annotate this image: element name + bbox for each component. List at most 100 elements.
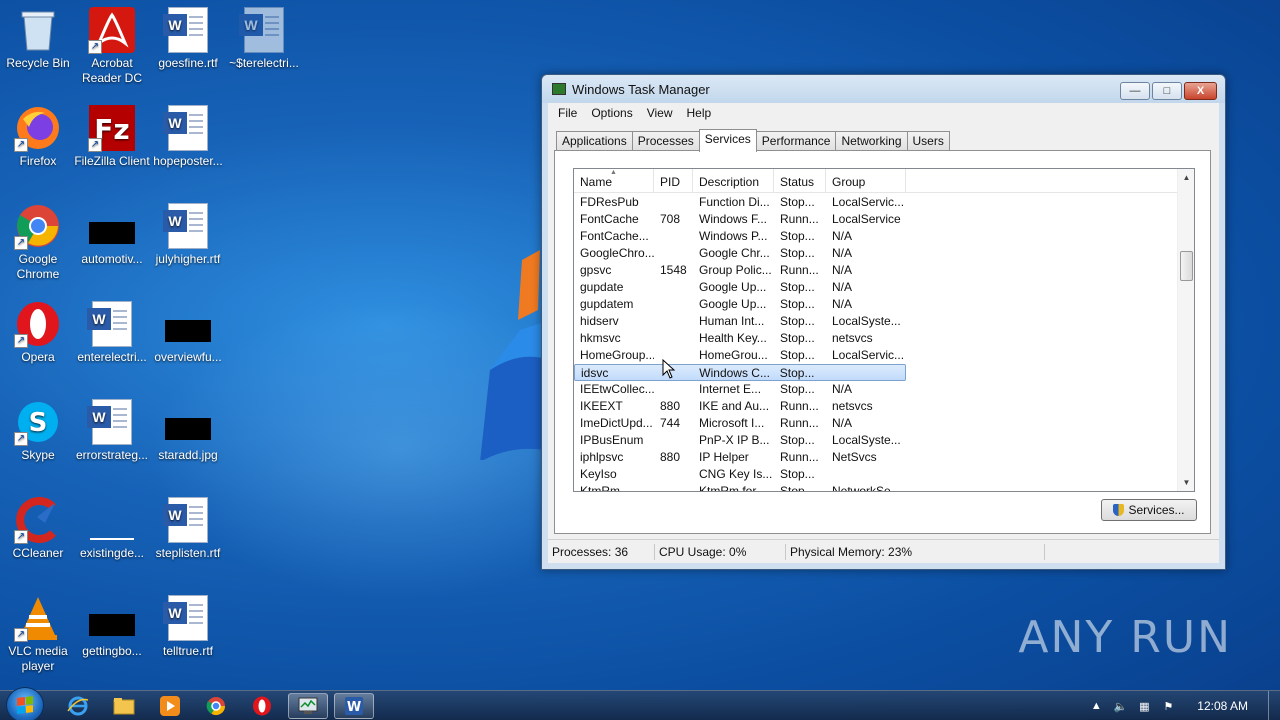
menu-view[interactable]: View <box>640 106 680 120</box>
table-row[interactable]: gpsvc 1548 Group Polic... Runn... N/A <box>574 262 1180 279</box>
task-manager-icon <box>298 697 318 714</box>
taskbar-opera[interactable] <box>242 693 282 719</box>
tab-users[interactable]: Users <box>906 131 950 151</box>
table-row[interactable]: IPBusEnum PnP-X IP B... Stop... LocalSyste.… <box>574 432 1180 449</box>
table-row[interactable]: FontCache 708 Windows F... Runn... LocalServ… <box>574 211 1180 228</box>
close-button[interactable]: X <box>1184 82 1217 100</box>
services-list[interactable]: ▲ Name PID Description Status Group FDRe… <box>573 168 1195 492</box>
taskbar-internet-explorer[interactable] <box>58 693 98 719</box>
cell-pid <box>654 466 693 483</box>
svg-text:S: S <box>29 408 48 438</box>
cell-pid <box>654 313 693 330</box>
scroll-up-icon[interactable]: ▲ <box>1178 169 1194 186</box>
tab-networking[interactable]: Networking <box>835 131 908 151</box>
table-row[interactable]: iphlpsvc 880 IP Helper Runn... NetSvcs <box>574 449 1180 466</box>
column-header-status[interactable]: Status <box>774 169 826 193</box>
uac-shield-icon <box>1113 504 1125 516</box>
taskbar-chrome[interactable] <box>196 693 236 719</box>
desktop-icon-filezilla[interactable]: Fz ↗ FileZilla Client <box>74 100 150 192</box>
action-center-flag-icon[interactable]: ⚑ <box>1159 700 1177 713</box>
show-hidden-icons-icon[interactable]: ▲ <box>1087 700 1105 712</box>
table-row[interactable]: hkmsvc Health Key... Stop... netsvcs <box>574 330 1180 347</box>
tab-applications[interactable]: Applications <box>556 131 633 151</box>
desktop-icon-google-chrome[interactable]: ↗ Google Chrome <box>0 198 76 290</box>
table-row[interactable]: FDResPub Function Di... Stop... LocalServic… <box>574 194 1180 211</box>
status-processes: Processes: 36 <box>548 543 655 560</box>
cell-pid <box>654 228 693 245</box>
cell-group: N/A <box>832 416 853 430</box>
cell-group: N/A <box>832 246 853 260</box>
table-row[interactable]: IKEEXT 880 IKE and Au... Runn... netsvcs <box>574 398 1180 415</box>
desktop-icon-steplisten[interactable]: W steplisten.rtf <box>150 492 226 584</box>
desktop-icon-existingde[interactable]: existingde... <box>74 492 150 584</box>
table-row[interactable]: hidserv Human Int... Stop... LocalSyste... <box>574 313 1180 330</box>
desktop-icon-ccleaner[interactable]: ↗ CCleaner <box>0 492 76 584</box>
desktop-icon-acrobat[interactable]: ↗ Acrobat Reader DC <box>74 2 150 94</box>
scroll-down-icon[interactable]: ▼ <box>1178 474 1194 491</box>
tab-processes[interactable]: Processes <box>631 131 700 151</box>
minimize-button[interactable]: — <box>1120 82 1150 100</box>
cell-pid <box>654 194 693 211</box>
desktop-icon-skype[interactable]: S ↗ Skype <box>0 394 76 486</box>
desktop-icon-julyhigher[interactable]: W julyhigher.rtf <box>150 198 226 290</box>
desktop-icon-hopeposter[interactable]: W hopeposter... <box>150 100 226 192</box>
desktop-icon-recycle-bin[interactable]: Recycle Bin <box>0 2 76 94</box>
desktop-icon-staradd[interactable]: staradd.jpg <box>150 394 226 486</box>
taskbar-task-manager[interactable] <box>288 693 328 719</box>
desktop-icon-goesfine[interactable]: W goesfine.rtf <box>150 2 226 94</box>
cell-status: Stop... <box>780 348 815 362</box>
menu-options[interactable]: Options <box>584 106 639 120</box>
services-button[interactable]: Services... <box>1101 499 1197 521</box>
cell-name: IEEtwCollec... <box>580 382 654 396</box>
opera-icon <box>253 696 271 716</box>
taskbar-word[interactable]: W <box>334 693 374 719</box>
table-row[interactable]: KeyIso CNG Key Is... Stop... <box>574 466 1180 483</box>
table-row[interactable]: GoogleChro... Google Chr... Stop... N/A <box>574 245 1180 262</box>
desktop-icon-temp-word-file[interactable]: W ~$terelectri... <box>226 2 302 94</box>
desktop-icon-enterelectri[interactable]: W enterelectri... <box>74 296 150 388</box>
scrollbar-thumb[interactable] <box>1180 251 1193 281</box>
table-row[interactable]: gupdate Google Up... Stop... N/A <box>574 279 1180 296</box>
taskbar-media-player[interactable] <box>150 693 190 719</box>
task-manager-window[interactable]: Windows Task Manager — □ X File Options … <box>541 74 1226 570</box>
desktop-icon-errorstrateg[interactable]: W errorstrateg... <box>74 394 150 486</box>
column-header-group[interactable]: Group <box>826 169 906 193</box>
network-icon[interactable]: ▦ <box>1135 700 1153 713</box>
table-row[interactable]: KtmRm KtmRm for... Stop... NetworkSe... <box>574 483 1180 491</box>
menu-help[interactable]: Help <box>680 106 719 120</box>
table-row[interactable]: ImeDictUpd... 744 Microsoft I... Runn... N/A <box>574 415 1180 432</box>
volume-icon[interactable]: 🔈 <box>1111 700 1129 713</box>
internet-explorer-icon <box>67 696 89 716</box>
column-header-pid[interactable]: PID <box>654 169 693 193</box>
desktop-icon-gettingbo[interactable]: gettingbo... <box>74 590 150 682</box>
table-row[interactable]: IEEtwCollec... Internet E... Stop... N/A <box>574 381 1180 398</box>
cell-name: iphlpsvc <box>580 450 624 464</box>
desktop-icon-overviewfu[interactable]: overviewfu... <box>150 296 226 388</box>
taskbar-file-explorer[interactable] <box>104 693 144 719</box>
table-row[interactable]: gupdatem Google Up... Stop... N/A <box>574 296 1180 313</box>
start-button[interactable] <box>6 687 44 720</box>
desktop-icon-automotiv[interactable]: automotiv... <box>74 198 150 290</box>
vertical-scrollbar[interactable]: ▲ ▼ <box>1177 169 1194 491</box>
chrome-icon <box>206 697 225 716</box>
cell-pid: 880 <box>660 450 681 464</box>
word-document-icon: W <box>163 6 212 54</box>
cell-pid: 708 <box>660 212 681 226</box>
word-document-icon: W <box>163 104 212 152</box>
column-header-description[interactable]: Description <box>693 169 774 193</box>
desktop-icon-opera[interactable]: ↗ Opera <box>0 296 76 388</box>
desktop-icon-vlc[interactable]: ↗ VLC media player <box>0 590 76 682</box>
cell-status: Stop... <box>780 280 815 294</box>
cell-group: N/A <box>832 263 853 277</box>
table-row[interactable]: FontCache... Windows P... Stop... N/A <box>574 228 1180 245</box>
table-row[interactable]: idsvc Windows C... Stop... <box>574 364 906 381</box>
desktop-icon-telltrue[interactable]: W telltrue.rtf <box>150 590 226 682</box>
tab-services[interactable]: Services <box>698 129 757 152</box>
show-desktop-button[interactable] <box>1268 691 1280 720</box>
maximize-button[interactable]: □ <box>1152 82 1182 100</box>
desktop-icon-firefox[interactable]: ↗ Firefox <box>0 100 76 192</box>
menu-file[interactable]: File <box>551 106 584 120</box>
tab-performance[interactable]: Performance <box>755 131 837 151</box>
sort-ascending-icon: ▲ <box>610 169 617 176</box>
clock[interactable]: 12:08 AM <box>1197 699 1248 713</box>
